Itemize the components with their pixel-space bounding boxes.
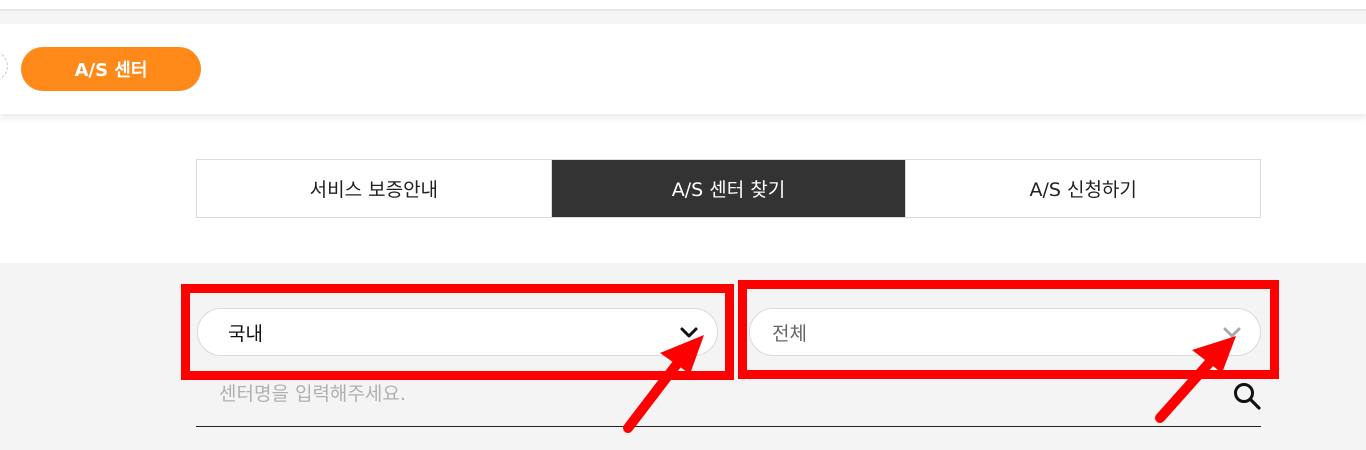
annotation-arrow-icon xyxy=(623,335,1236,433)
